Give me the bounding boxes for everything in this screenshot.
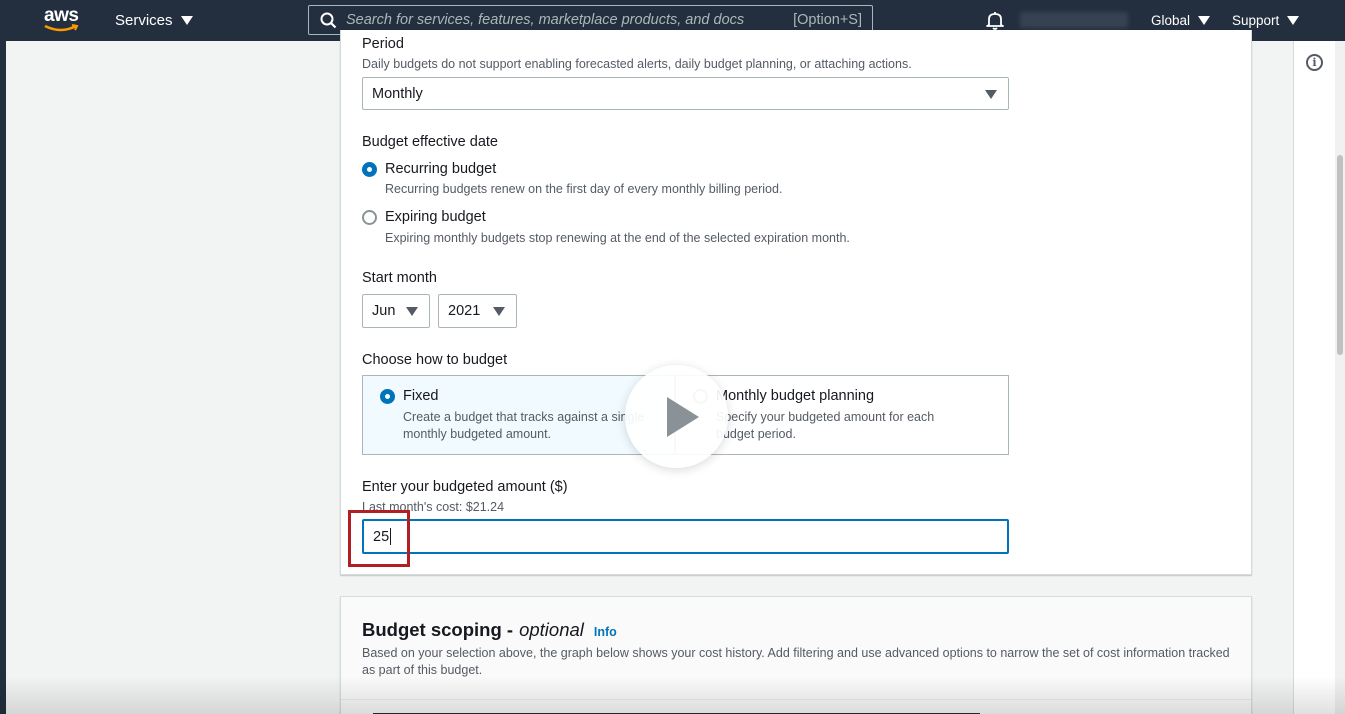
budget-amount-input[interactable]: 25 xyxy=(362,519,1009,554)
start-year-value: 2021 xyxy=(448,303,481,319)
monthly-planning-label: Monthly budget planning xyxy=(716,388,875,404)
recurring-budget-radio[interactable] xyxy=(362,162,377,177)
support-label: Support xyxy=(1232,13,1280,28)
start-month-value: Jun xyxy=(372,303,396,319)
expiring-budget-description: Expiring monthly budgets stop renewing a… xyxy=(385,231,850,245)
annotation-highlight-box xyxy=(348,510,410,567)
period-selected-value: Monthly xyxy=(372,85,423,102)
aws-logo-text: aws xyxy=(44,5,79,26)
video-play-button[interactable] xyxy=(625,365,728,468)
divider xyxy=(341,699,1251,700)
account-menu-blurred[interactable] xyxy=(1020,12,1128,28)
budget-details-panel: Period Daily budgets do not support enab… xyxy=(340,30,1252,575)
support-menu-button[interactable]: Support xyxy=(1232,13,1300,28)
recurring-budget-label[interactable]: Recurring budget xyxy=(385,161,496,177)
expiring-budget-radio[interactable] xyxy=(362,210,377,225)
budget-scoping-heading: Budget scoping - optional Info xyxy=(362,619,617,641)
search-placeholder: Search for services, features, marketpla… xyxy=(346,12,745,28)
services-label: Services xyxy=(115,12,173,29)
fixed-budget-description: Create a budget that tracks against a si… xyxy=(403,410,645,441)
help-panel-rail: i xyxy=(1293,41,1335,714)
region-menu-button[interactable]: Global xyxy=(1151,13,1211,28)
aws-smile-icon xyxy=(44,24,79,32)
info-icon[interactable]: i xyxy=(1306,54,1323,71)
period-label: Period xyxy=(362,36,404,52)
caret-down-icon xyxy=(406,307,418,316)
aws-logo[interactable]: aws xyxy=(44,6,80,34)
start-year-select[interactable]: 2021 xyxy=(438,294,517,328)
effective-date-label: Budget effective date xyxy=(362,134,498,150)
start-month-label: Start month xyxy=(362,270,437,286)
caret-down-icon xyxy=(1198,16,1211,25)
budget-method-label: Choose how to budget xyxy=(362,352,508,368)
budget-scoping-panel: Budget scoping - optional Info Based on … xyxy=(340,596,1252,714)
budget-scoping-description: Based on your selection above, the graph… xyxy=(362,646,1230,677)
recurring-budget-description: Recurring budgets renew on the first day… xyxy=(385,182,783,196)
start-month-select[interactable]: Jun xyxy=(362,294,430,328)
notifications-bell-icon[interactable] xyxy=(986,11,1004,30)
play-icon xyxy=(667,397,699,437)
search-icon xyxy=(320,12,337,29)
monthly-planning-description: Specify your budgeted amount for each bu… xyxy=(716,410,935,441)
caret-down-icon xyxy=(493,307,505,316)
caret-down-icon xyxy=(985,89,997,99)
budget-amount-label: Enter your budgeted amount ($) xyxy=(362,479,568,495)
budget-scoping-optional: optional xyxy=(519,619,584,640)
scrollbar-thumb[interactable] xyxy=(1337,155,1343,355)
caret-down-icon xyxy=(1287,16,1300,25)
info-link[interactable]: Info xyxy=(594,625,617,639)
expiring-budget-label[interactable]: Expiring budget xyxy=(385,209,486,225)
search-shortcut: [Option+S] xyxy=(793,12,862,28)
period-select[interactable]: Monthly xyxy=(362,77,1009,110)
caret-down-icon xyxy=(180,16,193,25)
period-description: Daily budgets do not support enabling fo… xyxy=(362,57,912,71)
services-menu-button[interactable]: Services xyxy=(115,12,193,29)
region-label: Global xyxy=(1151,13,1191,28)
fixed-budget-radio[interactable] xyxy=(380,389,395,404)
budget-scoping-title: Budget scoping - xyxy=(362,619,514,640)
scrollbar-track[interactable] xyxy=(1335,41,1345,714)
fixed-budget-label: Fixed xyxy=(403,388,439,404)
left-edge-bar xyxy=(0,41,6,714)
